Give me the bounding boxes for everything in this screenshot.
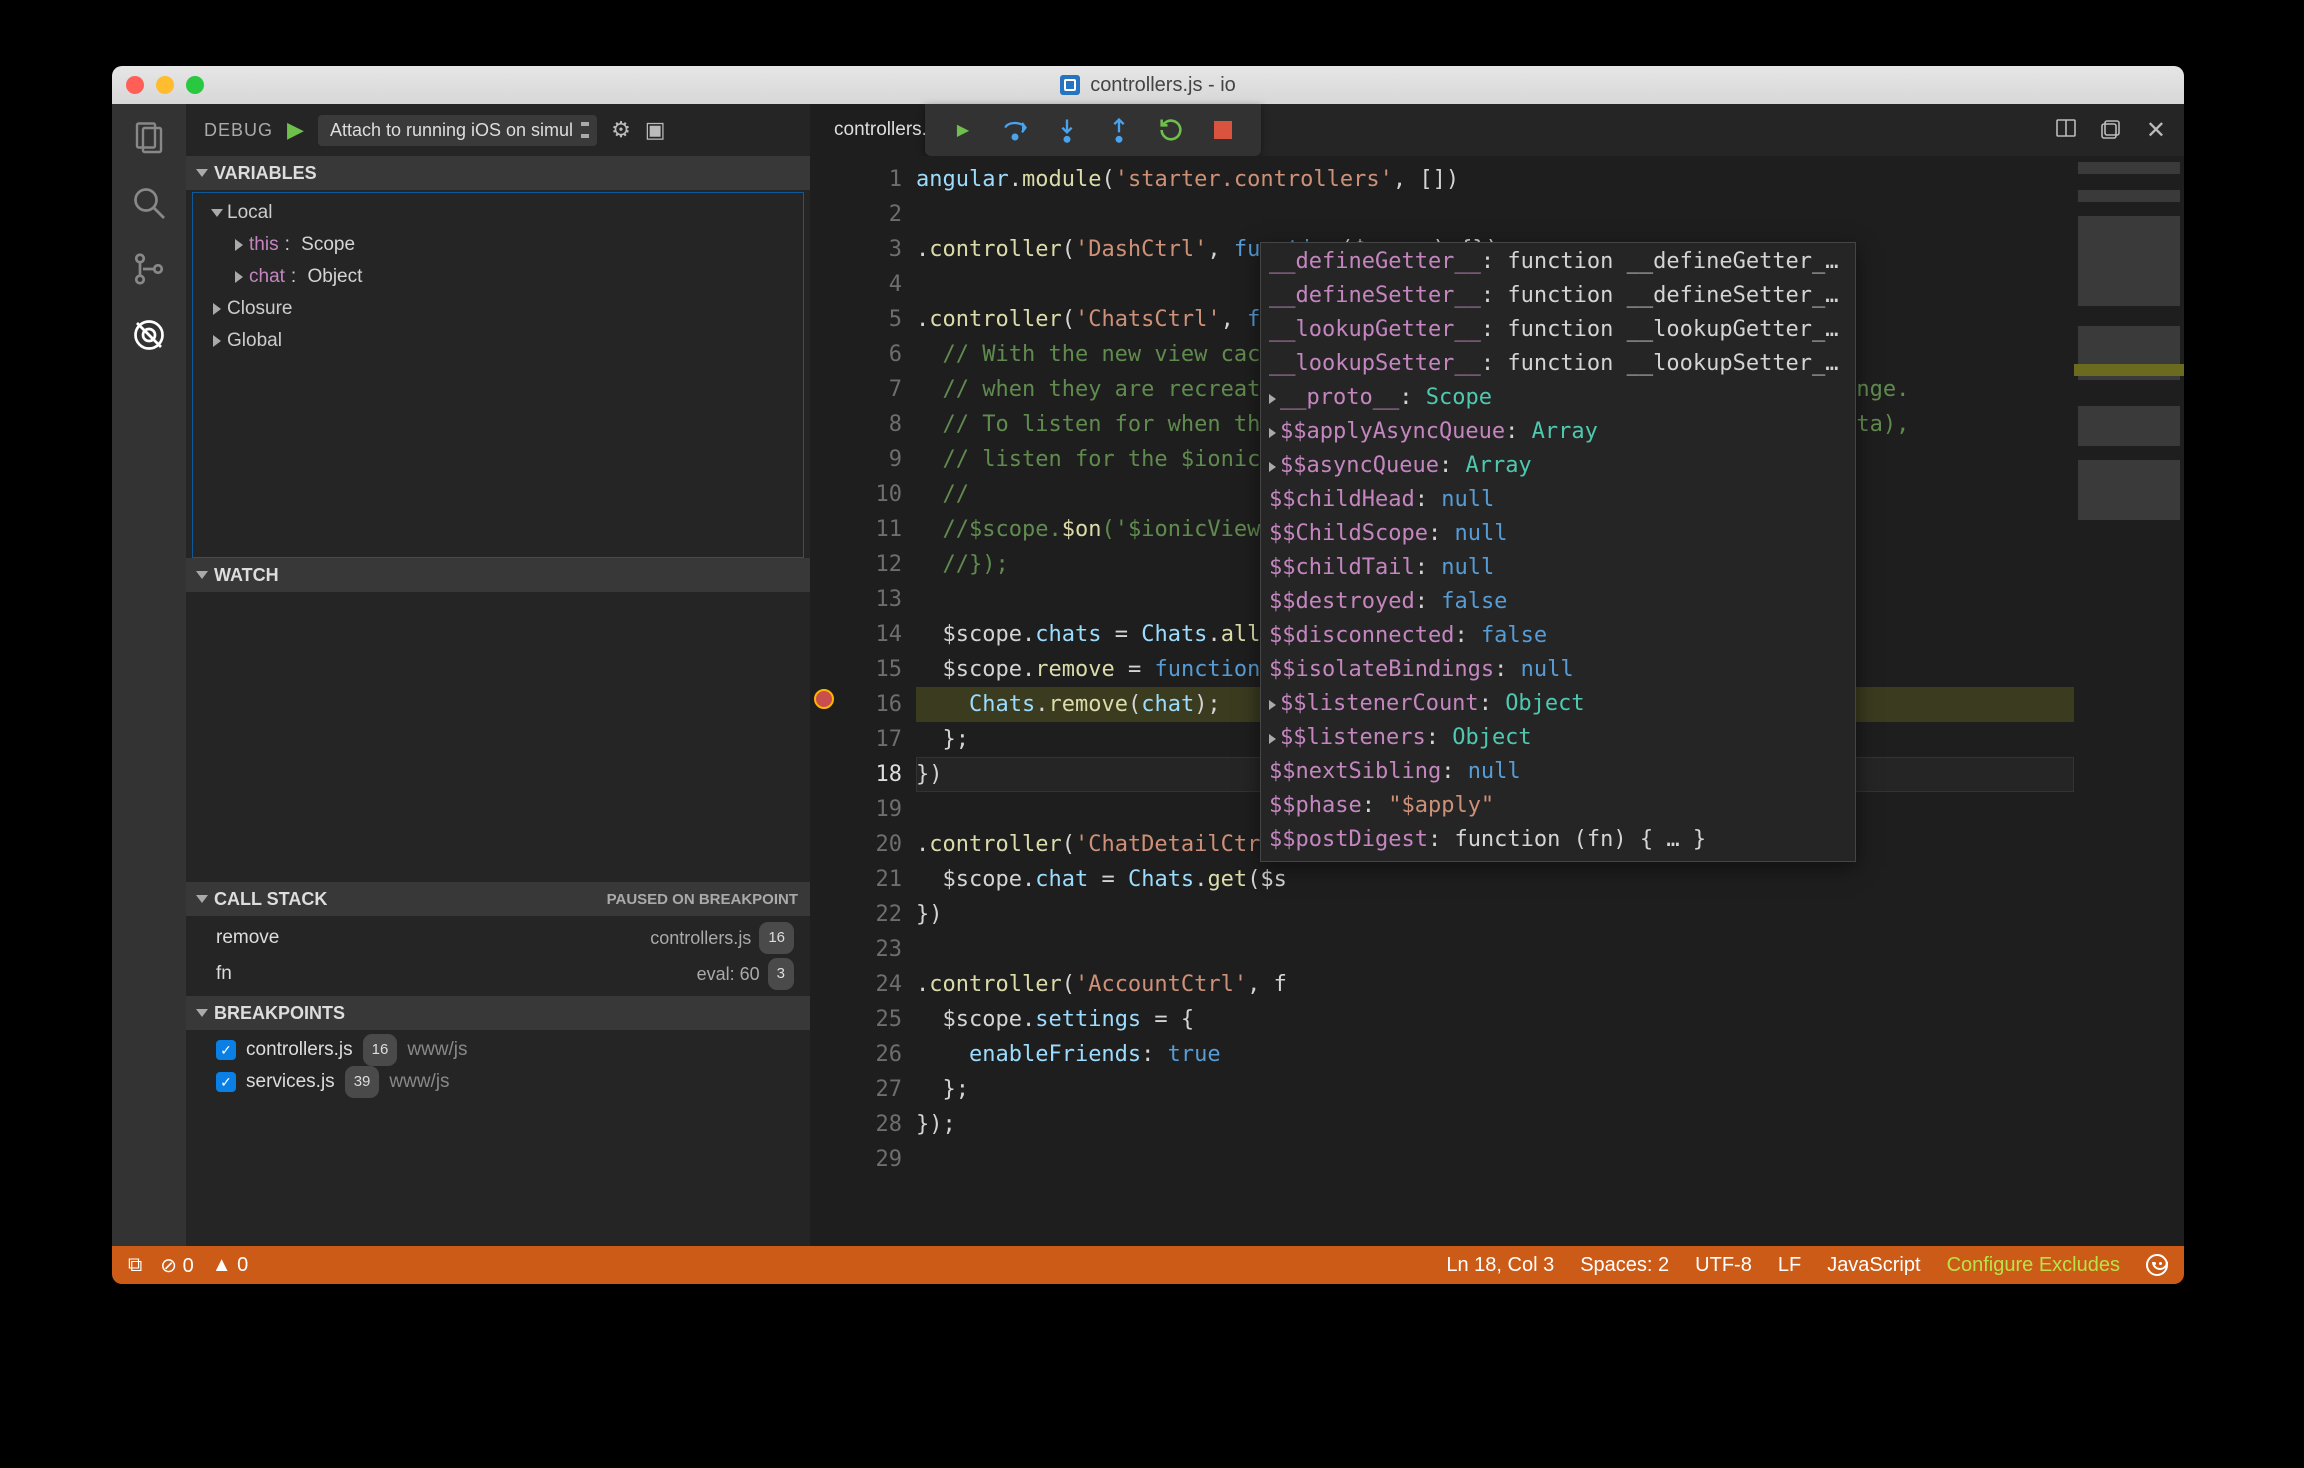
minimap[interactable] bbox=[2074, 156, 2184, 1246]
variable-row[interactable]: chat: Object bbox=[201, 261, 803, 293]
debug-config-select[interactable]: Attach to running iOS on simul bbox=[318, 115, 597, 146]
debug-toolbar[interactable]: ▶ bbox=[925, 104, 1261, 156]
status-warnings[interactable]: ▲ 0 bbox=[212, 1254, 248, 1277]
search-icon[interactable] bbox=[130, 184, 168, 222]
debug-icon[interactable] bbox=[130, 316, 168, 354]
editor-group: controllers.js ▶ ✕ 1234567891011121 bbox=[810, 104, 2184, 1246]
checkbox-icon[interactable]: ✓ bbox=[216, 1072, 236, 1092]
variables-body: Local this: Scope chat: Object Closure G… bbox=[192, 192, 804, 558]
status-language[interactable]: JavaScript bbox=[1827, 1254, 1920, 1277]
breakpoint-marker-icon[interactable] bbox=[814, 689, 834, 709]
continue-button[interactable]: ▶ bbox=[949, 116, 977, 144]
breakpoint-gutter[interactable] bbox=[810, 156, 840, 1246]
variables-scope-closure[interactable]: Closure bbox=[201, 293, 803, 325]
code-area[interactable]: 1234567891011121314151617181920212223242… bbox=[810, 156, 2184, 1246]
app-icon bbox=[1060, 75, 1080, 95]
status-feedback-icon[interactable]: ⧉ bbox=[128, 1254, 142, 1277]
debug-hover-widget[interactable]: __defineGetter__: function __defineGette… bbox=[1260, 242, 1856, 862]
variable-row[interactable]: this: Scope bbox=[201, 229, 803, 261]
status-bar: ⧉ ⊘ 0 ▲ 0 Ln 18, Col 3 Spaces: 2 UTF-8 L… bbox=[112, 1246, 2184, 1284]
debug-console-icon[interactable]: ▣ bbox=[645, 117, 666, 143]
close-window-button[interactable] bbox=[126, 76, 144, 94]
breakpoint-row[interactable]: ✓controllers.js16www/js bbox=[194, 1034, 810, 1066]
status-eol[interactable]: LF bbox=[1778, 1254, 1801, 1277]
callstack-body: removecontrollers.js16 fneval: 603 bbox=[186, 916, 810, 996]
restart-button[interactable] bbox=[1157, 116, 1185, 144]
watch-body bbox=[186, 592, 810, 882]
step-into-button[interactable] bbox=[1053, 116, 1081, 144]
variables-scope-global[interactable]: Global bbox=[201, 325, 803, 357]
feedback-smile-icon[interactable] bbox=[2146, 1254, 2168, 1276]
panel-title: DEBUG bbox=[204, 120, 273, 141]
status-excludes[interactable]: Configure Excludes bbox=[1947, 1254, 2120, 1277]
callstack-header[interactable]: CALL STACKPAUSED ON BREAKPOINT bbox=[186, 882, 810, 916]
debug-panel: DEBUG ▶ Attach to running iOS on simul ⚙… bbox=[186, 104, 810, 1246]
title-bar: controllers.js - io bbox=[112, 66, 2184, 104]
variables-scope-local[interactable]: Local bbox=[201, 197, 803, 229]
status-encoding[interactable]: UTF-8 bbox=[1695, 1254, 1752, 1277]
watch-header[interactable]: WATCH bbox=[186, 558, 810, 592]
status-spaces[interactable]: Spaces: 2 bbox=[1580, 1254, 1669, 1277]
line-number-gutter: 1234567891011121314151617181920212223242… bbox=[840, 156, 916, 1246]
start-debug-button[interactable]: ▶ bbox=[287, 117, 304, 143]
step-over-button[interactable] bbox=[1001, 116, 1029, 144]
window-title: controllers.js - io bbox=[1090, 74, 1236, 97]
debug-config-gear-icon[interactable]: ⚙ bbox=[611, 117, 631, 143]
callstack-frame[interactable]: removecontrollers.js16 bbox=[194, 920, 810, 956]
tab-bar: controllers.js ▶ ✕ bbox=[810, 104, 2184, 156]
status-position[interactable]: Ln 18, Col 3 bbox=[1446, 1254, 1554, 1277]
variables-header[interactable]: VARIABLES bbox=[186, 156, 810, 190]
callstack-frame[interactable]: fneval: 603 bbox=[194, 956, 810, 992]
close-tab-button[interactable]: ✕ bbox=[2146, 116, 2166, 145]
step-out-button[interactable] bbox=[1105, 116, 1133, 144]
minimize-window-button[interactable] bbox=[156, 76, 174, 94]
breakpoint-row[interactable]: ✓services.js39www/js bbox=[194, 1066, 810, 1098]
git-icon[interactable] bbox=[130, 250, 168, 288]
split-editor-icon[interactable] bbox=[2054, 116, 2078, 145]
checkbox-icon[interactable]: ✓ bbox=[216, 1040, 236, 1060]
breakpoints-body: ✓controllers.js16www/js ✓services.js39ww… bbox=[186, 1030, 810, 1102]
status-errors[interactable]: ⊘ 0 bbox=[160, 1253, 193, 1278]
activity-bar bbox=[112, 104, 186, 1246]
more-icon[interactable] bbox=[2100, 116, 2124, 145]
vscode-window: controllers.js - io DEBUG ▶ Attach to ru… bbox=[112, 66, 2184, 1284]
zoom-window-button[interactable] bbox=[186, 76, 204, 94]
traffic-lights bbox=[126, 76, 204, 94]
explorer-icon[interactable] bbox=[130, 118, 168, 156]
stop-button[interactable] bbox=[1209, 116, 1237, 144]
breakpoints-header[interactable]: BREAKPOINTS bbox=[186, 996, 810, 1030]
